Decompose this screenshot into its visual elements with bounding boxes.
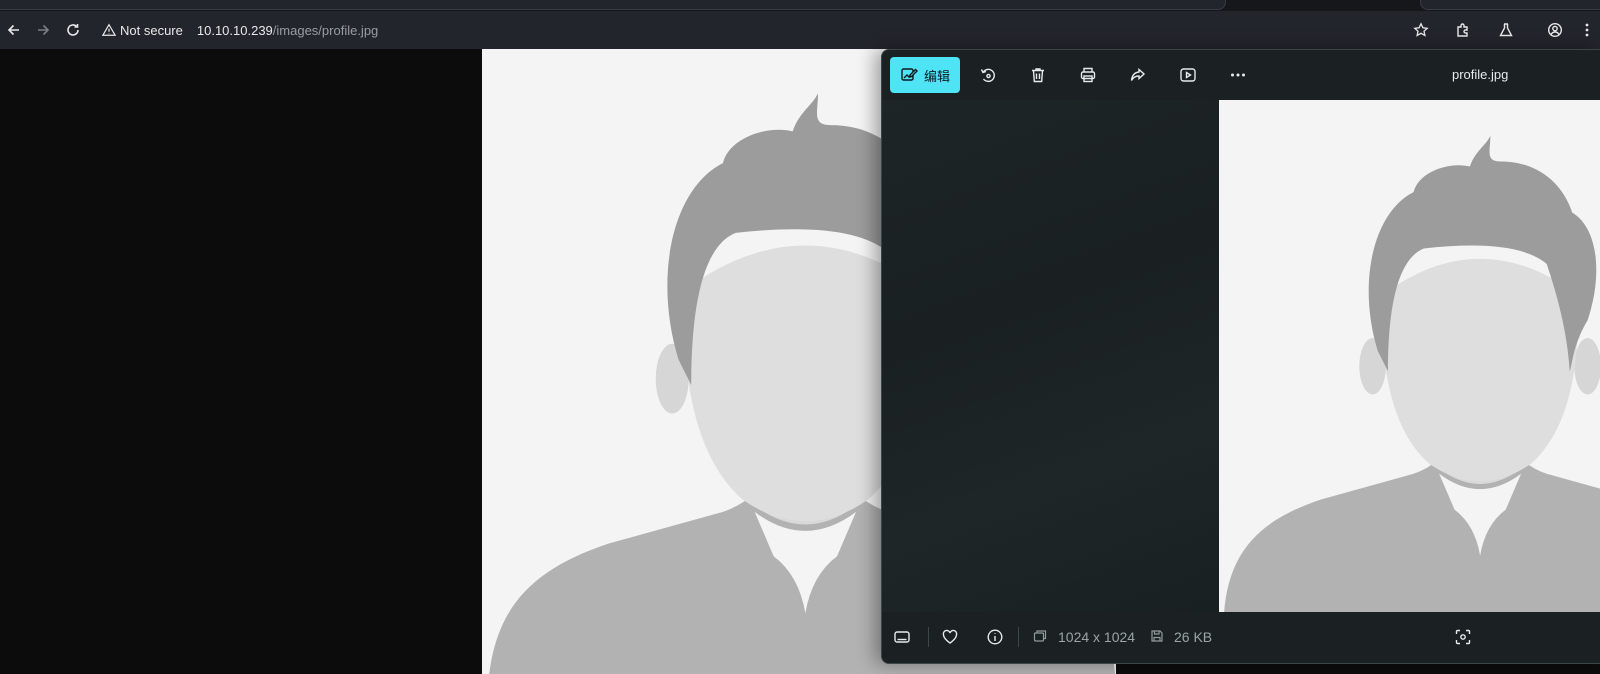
- share-icon[interactable]: [1126, 63, 1150, 87]
- extensions-icon[interactable]: [1452, 19, 1474, 41]
- image-dimensions: 1024 x 1024: [1058, 629, 1136, 645]
- heart-icon[interactable]: [939, 626, 961, 648]
- info-icon[interactable]: [984, 626, 1006, 648]
- url-path: /images/profile.jpg: [272, 22, 379, 38]
- viewer-canvas-background: [882, 100, 1219, 612]
- tab-strip-right: [1420, 0, 1600, 10]
- image-size-icon: [1033, 629, 1047, 643]
- save-size-icon: [1150, 629, 1164, 643]
- forward-icon[interactable]: [32, 19, 54, 41]
- star-icon[interactable]: [1410, 19, 1432, 41]
- delete-icon[interactable]: [1026, 63, 1050, 87]
- back-icon[interactable]: [3, 19, 25, 41]
- placeholder-avatar-icon: [1219, 100, 1600, 612]
- address-bar[interactable]: Not secure 10.10.10.239/images/profile.j…: [96, 18, 1396, 42]
- active-tab[interactable]: [0, 0, 1226, 10]
- profile-icon[interactable]: [1544, 19, 1566, 41]
- print-icon[interactable]: [1076, 63, 1100, 87]
- tab-strip: [0, 0, 1600, 11]
- security-label[interactable]: Not secure: [120, 23, 183, 38]
- separator: [1018, 627, 1019, 647]
- viewer-status-bar: 1024 x 1024 26 KB: [882, 612, 1600, 663]
- slideshow-icon[interactable]: [1176, 63, 1200, 87]
- file-size: 26 KB: [1174, 629, 1213, 645]
- rotate-icon[interactable]: [976, 63, 1000, 87]
- labs-icon[interactable]: [1495, 19, 1517, 41]
- browser-toolbar: Not secure 10.10.10.239/images/profile.j…: [0, 11, 1600, 49]
- warning-icon: [102, 23, 116, 36]
- file-name-title: profile.jpg: [1452, 67, 1509, 82]
- photo-viewer-window: 编辑 profile.jpg 1024 x 1024 26 KB: [881, 49, 1600, 664]
- more-icon[interactable]: [1226, 63, 1250, 87]
- edit-button[interactable]: 编辑: [890, 57, 960, 93]
- edit-image-icon: [901, 68, 918, 81]
- url-host: 10.10.10.239: [196, 22, 273, 38]
- viewer-image[interactable]: [1219, 100, 1600, 612]
- filmstrip-icon[interactable]: [891, 626, 913, 648]
- viewer-toolbar: 编辑 profile.jpg: [882, 50, 1600, 100]
- reload-icon[interactable]: [62, 19, 84, 41]
- fit-to-window-icon[interactable]: [1452, 626, 1474, 648]
- separator: [928, 627, 929, 647]
- edit-label: 编辑: [923, 68, 950, 84]
- kebab-menu-icon[interactable]: [1576, 19, 1598, 41]
